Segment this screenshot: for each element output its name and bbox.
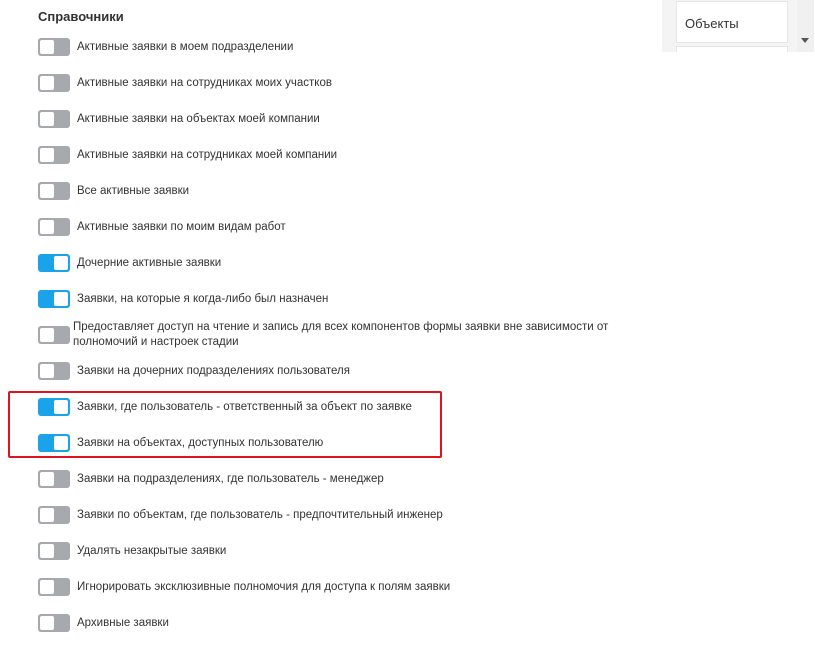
toggle-knob: [40, 40, 54, 54]
permission-label: Заявки по объектам, где пользователь - п…: [77, 508, 443, 521]
permission-row: Предоставляет доступ на чтение и запись …: [38, 320, 638, 350]
scrollbar[interactable]: [797, 0, 814, 52]
toggle-knob: [40, 544, 54, 558]
permission-label: Дочерние активные заявки: [77, 256, 222, 269]
toggle-knob: [40, 364, 54, 378]
permission-row: Архивные заявки: [38, 614, 638, 632]
permission-label: Заявки на подразделениях, где пользовате…: [77, 472, 384, 485]
permission-label: Активные заявки на сотрудниках моих учас…: [77, 76, 332, 89]
toggle-knob: [54, 292, 68, 306]
highlight-box: [8, 391, 442, 458]
permission-label: Активные заявки на сотрудниках моей комп…: [77, 148, 338, 161]
permission-toggle[interactable]: [38, 182, 70, 200]
permission-row: Дочерние активные заявки: [38, 254, 638, 272]
toggle-knob: [40, 508, 54, 522]
objects-tab[interactable]: Объекты: [676, 1, 788, 43]
permission-toggle[interactable]: [38, 74, 70, 92]
toggle-knob: [40, 580, 54, 594]
toggle-knob: [40, 148, 54, 162]
permission-row: Активные заявки по моим видам работ: [38, 218, 638, 236]
permission-label: Предоставляет доступ на чтение и запись …: [73, 321, 609, 348]
permission-row: Игнорировать эксклюзивные полномочия для…: [38, 578, 638, 596]
permission-toggle[interactable]: [38, 542, 70, 560]
permission-row: Заявки на подразделениях, где пользовате…: [38, 470, 638, 488]
permission-toggle[interactable]: [38, 218, 70, 236]
permission-label: Игнорировать эксклюзивные полномочия для…: [77, 580, 451, 593]
permission-row: Заявки, на которые я когда-либо был назн…: [38, 290, 638, 308]
permission-label: Все активные заявки: [77, 184, 190, 197]
permission-row: Удалять незакрытые заявки: [38, 542, 638, 560]
permission-toggle[interactable]: [38, 290, 70, 308]
permission-toggle[interactable]: [38, 110, 70, 128]
permission-row: Заявки на дочерних подразделениях пользо…: [38, 362, 638, 380]
permission-row: Активные заявки в моем подразделении: [38, 38, 638, 56]
permission-toggle[interactable]: [38, 470, 70, 488]
permission-label: Удалять незакрытые заявки: [77, 544, 227, 557]
permission-label: Активные заявки на объектах моей компани…: [77, 112, 320, 125]
permission-toggle[interactable]: [38, 38, 70, 56]
scroll-down-arrow-icon[interactable]: [801, 38, 809, 43]
permission-row: Активные заявки на сотрудниках моей комп…: [38, 146, 638, 164]
toggle-knob: [40, 220, 54, 234]
toggle-knob: [40, 472, 54, 486]
permission-toggle[interactable]: [38, 326, 70, 344]
permission-toggle[interactable]: [38, 614, 70, 632]
permission-label: Активные заявки в моем подразделении: [77, 40, 294, 53]
section-title: Справочники: [38, 9, 124, 24]
permission-toggle[interactable]: [38, 506, 70, 524]
permission-row: Все активные заявки: [38, 182, 638, 200]
permission-toggle[interactable]: [38, 578, 70, 596]
permission-label: Архивные заявки: [77, 616, 169, 629]
permission-label: Активные заявки по моим видам работ: [77, 220, 286, 233]
permission-label: Заявки на дочерних подразделениях пользо…: [77, 364, 350, 377]
toggle-knob: [40, 616, 54, 630]
permission-row: Заявки по объектам, где пользователь - п…: [38, 506, 638, 524]
toggle-knob: [40, 112, 54, 126]
permission-label: Заявки, на которые я когда-либо был назн…: [77, 292, 329, 305]
toggle-knob: [54, 256, 68, 270]
permission-toggle[interactable]: [38, 254, 70, 272]
permission-row: Активные заявки на сотрудниках моих учас…: [38, 74, 638, 92]
permission-row: Активные заявки на объектах моей компани…: [38, 110, 638, 128]
permission-toggle[interactable]: [38, 362, 70, 380]
toggle-knob: [40, 184, 54, 198]
permission-toggle[interactable]: [38, 146, 70, 164]
objects-tab-label: Объекты: [685, 16, 739, 31]
toggle-knob: [40, 328, 54, 342]
next-tab-edge[interactable]: [676, 46, 788, 52]
toggle-knob: [40, 76, 54, 90]
